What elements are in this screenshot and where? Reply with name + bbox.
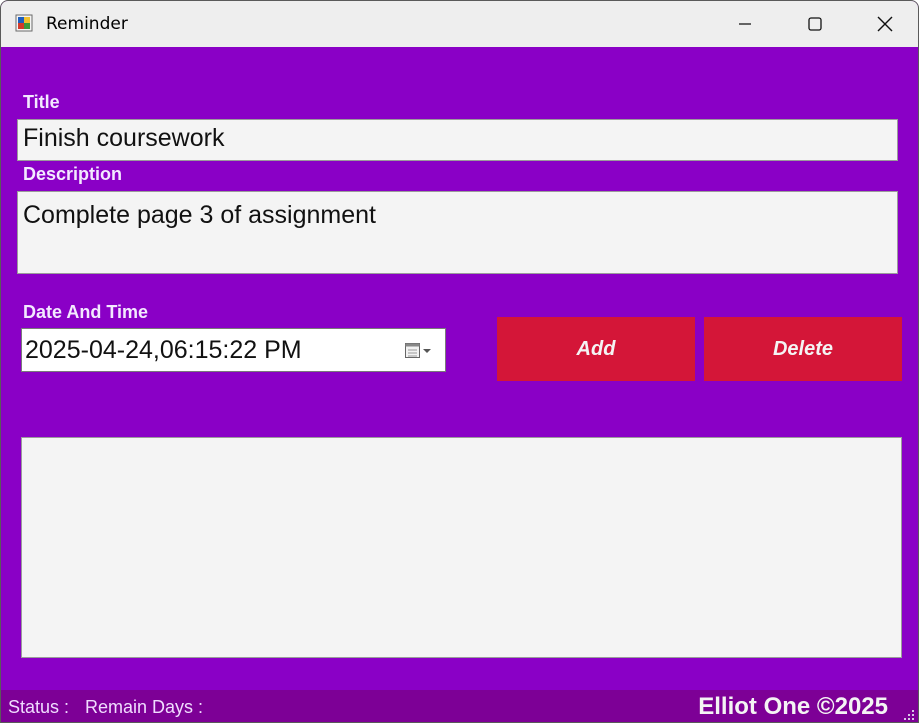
maximize-button[interactable] (780, 1, 850, 47)
datetime-value: 2025-04-24,06:15:22 PM (25, 336, 302, 364)
delete-button[interactable]: Delete (704, 317, 902, 381)
status-label: Status : (8, 697, 70, 717)
maximize-icon (808, 17, 822, 31)
remain-days-label: Remain Days : (85, 697, 204, 717)
calendar-dropdown-icon[interactable] (405, 342, 439, 360)
close-icon (877, 16, 893, 32)
minimize-icon (739, 23, 751, 25)
resize-grip-icon[interactable] (900, 706, 916, 722)
add-button[interactable]: Add (497, 317, 695, 381)
title-bar[interactable]: Reminder (1, 1, 918, 47)
status-bar: Status : Remain Days : Elliot One ©2025 (1, 690, 918, 722)
reminders-list[interactable] (21, 437, 902, 658)
copyright-text: Elliot One ©2025 (698, 693, 888, 720)
window-title: Reminder (46, 14, 128, 34)
description-label: Description (23, 164, 123, 184)
minimize-button[interactable] (710, 1, 780, 47)
title-input[interactable]: Finish coursework (17, 119, 898, 161)
datetime-picker[interactable]: 2025-04-24,06:15:22 PM (21, 328, 446, 372)
datetime-label: Date And Time (23, 302, 149, 322)
reminder-app-icon (15, 14, 33, 32)
reminder-window: Reminder Title Finish coursework Descrip… (0, 0, 919, 723)
description-input[interactable]: Complete page 3 of assignment (17, 191, 898, 274)
title-label: Title (23, 92, 60, 112)
close-button[interactable] (850, 1, 918, 47)
